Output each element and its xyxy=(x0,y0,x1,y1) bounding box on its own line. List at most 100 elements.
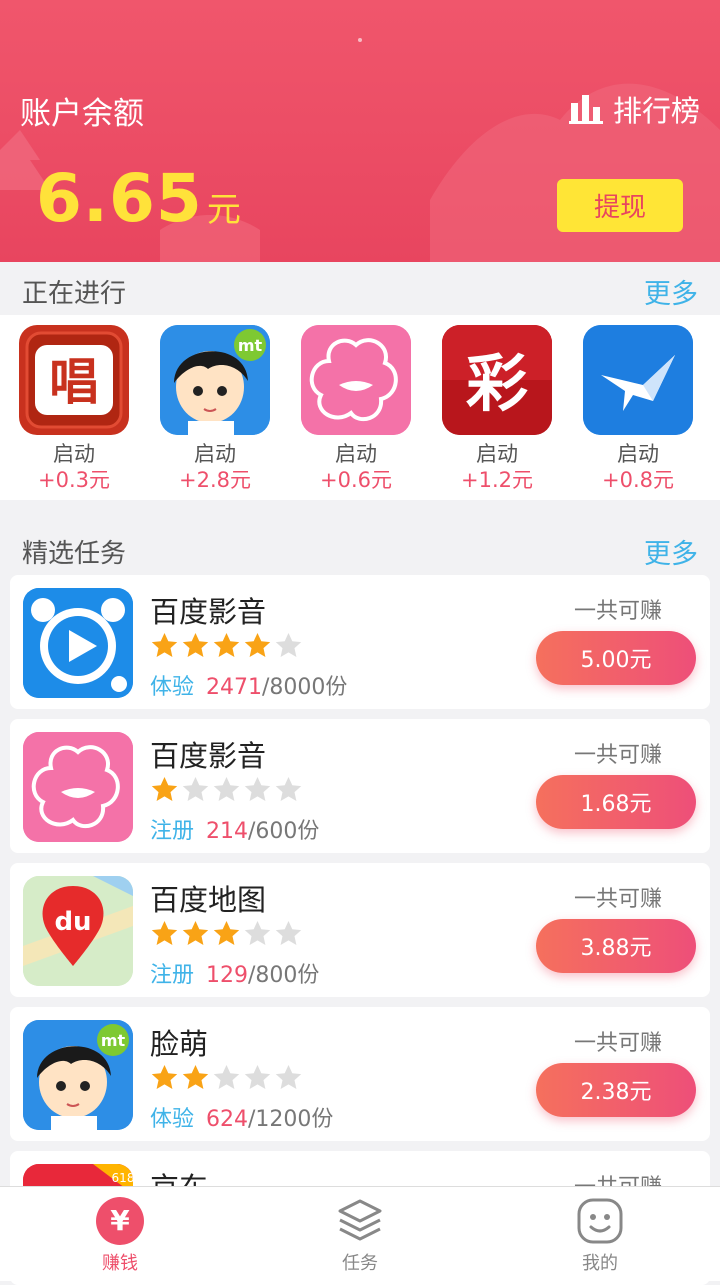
star-icon xyxy=(275,1065,302,1089)
task-rating xyxy=(150,631,303,660)
task-meta: 注册 214/600份 xyxy=(150,813,319,845)
yuan-glyph: ¥ xyxy=(110,1204,130,1237)
cartoon-boy-app-icon: mt xyxy=(160,325,270,435)
ongoing-item[interactable]: 启动 +0.8元 xyxy=(583,325,693,493)
ongoing-reward: +1.2元 xyxy=(461,468,533,492)
star-icon xyxy=(244,921,271,945)
task-card[interactable]: du 百度地图 注册 129/800份 一共可赚 3.88元 xyxy=(10,863,710,997)
balance-amount: 6.65 元 xyxy=(36,160,241,237)
task-done-count: 129 xyxy=(206,963,249,988)
ongoing-section-header: 正在进行 更多 xyxy=(0,266,720,316)
svg-text:彩: 彩 xyxy=(466,347,528,420)
ongoing-reward: +0.3元 xyxy=(38,468,110,492)
task-name: 脸萌 xyxy=(150,1027,209,1061)
smiley-face-icon xyxy=(577,1198,623,1244)
star-icon xyxy=(275,777,302,801)
task-done-count: 214 xyxy=(206,819,249,844)
balance-value: 6.65 xyxy=(36,160,203,237)
ongoing-reward: +0.8元 xyxy=(602,468,674,492)
task-name: 百度地图 xyxy=(150,883,267,917)
nav-tasks[interactable]: 任务 xyxy=(240,1187,480,1281)
account-balance-label: 账户余额 xyxy=(20,96,144,132)
ongoing-more-link[interactable]: 更多 xyxy=(644,272,698,311)
tasks-more-link[interactable]: 更多 xyxy=(644,532,698,571)
task-done-count: 624 xyxy=(206,1107,249,1132)
star-icon xyxy=(182,777,209,801)
star-icon xyxy=(244,777,271,801)
ongoing-item[interactable]: 唱 启动 +0.3元 xyxy=(19,325,129,493)
reward-button[interactable]: 3.88元 xyxy=(536,919,696,973)
ongoing-item[interactable]: mt 启动 +2.8元 xyxy=(160,325,270,493)
ongoing-action: 启动 xyxy=(335,442,377,466)
earn-label: 一共可赚 xyxy=(573,599,662,624)
nav-mine[interactable]: 我的 xyxy=(480,1187,720,1281)
pink-flower-lips-app-icon xyxy=(301,325,411,435)
yuan-coin-icon: ¥ xyxy=(96,1197,144,1245)
tasks-title: 精选任务 xyxy=(22,538,127,569)
task-meta: 注册 129/800份 xyxy=(150,957,319,989)
ongoing-action: 启动 xyxy=(617,442,659,466)
star-icon xyxy=(213,777,240,801)
star-icon xyxy=(244,633,271,657)
star-icon xyxy=(275,633,302,657)
map-pin-app-icon: du xyxy=(23,876,133,986)
layers-icon xyxy=(338,1199,382,1241)
star-icon xyxy=(213,1065,240,1089)
nav-earn[interactable]: ¥ 赚钱 xyxy=(0,1187,240,1281)
star-icon xyxy=(151,777,178,801)
task-done-count: 2471 xyxy=(206,675,263,700)
ongoing-title: 正在进行 xyxy=(22,278,127,309)
lottery-app-icon: 彩 xyxy=(442,325,552,435)
task-card[interactable]: 百度影音 注册 214/600份 一共可赚 1.68元 xyxy=(10,719,710,853)
reward-button[interactable]: 1.68元 xyxy=(536,775,696,829)
star-icon xyxy=(213,921,240,945)
ongoing-item[interactable]: 彩 启动 +1.2元 xyxy=(442,325,552,493)
svg-text:mt: mt xyxy=(101,1031,126,1050)
ongoing-action: 启动 xyxy=(194,442,236,466)
cartoon-boy-app-icon: mt xyxy=(23,1020,133,1130)
bottom-navigation: ¥ 赚钱 任务 我的 xyxy=(0,1186,720,1281)
nav-mine-label: 我的 xyxy=(582,1253,618,1274)
star-icon xyxy=(213,633,240,657)
task-total-count: /800份 xyxy=(248,963,320,988)
star-icon xyxy=(182,1065,209,1089)
task-name: 百度影音 xyxy=(150,739,267,773)
tasks-section-header: 精选任务 更多 xyxy=(0,526,720,576)
balance-header: 账户余额 排行榜 6.65 元 提现 xyxy=(0,0,720,262)
ongoing-action: 启动 xyxy=(476,442,518,466)
ongoing-reward: +0.6元 xyxy=(320,468,392,492)
sing-app-icon: 唱 xyxy=(19,325,129,435)
ongoing-reward: +2.8元 xyxy=(179,468,251,492)
ongoing-action: 启动 xyxy=(53,442,95,466)
nav-tasks-label: 任务 xyxy=(342,1253,378,1274)
nav-earn-label: 赚钱 xyxy=(102,1253,138,1274)
task-meta: 体验 2471/8000份 xyxy=(150,669,347,701)
svg-text:mt: mt xyxy=(238,336,263,355)
task-total-count: /8000份 xyxy=(262,675,348,700)
star-icon xyxy=(151,633,178,657)
task-type: 体验 xyxy=(150,1107,195,1132)
reward-button[interactable]: 5.00元 xyxy=(536,631,696,685)
star-icon xyxy=(151,921,178,945)
task-card[interactable]: mt 脸萌 体验 624/1200份 一共可赚 2.38元 xyxy=(10,1007,710,1141)
task-total-count: /600份 xyxy=(248,819,320,844)
task-rating xyxy=(150,775,303,804)
task-card[interactable]: 百度影音 体验 2471/8000份 一共可赚 5.00元 xyxy=(10,575,710,709)
play-app-icon xyxy=(23,588,133,698)
ranking-link[interactable]: 排行榜 xyxy=(568,88,700,130)
star-icon xyxy=(151,1065,178,1089)
ongoing-item[interactable]: 启动 +0.6元 xyxy=(301,325,411,493)
reward-button[interactable]: 2.38元 xyxy=(536,1063,696,1117)
blue-bird-app-icon xyxy=(583,325,693,435)
withdraw-button[interactable]: 提现 xyxy=(557,179,683,232)
earn-label: 一共可赚 xyxy=(573,1031,662,1056)
star-icon xyxy=(182,633,209,657)
earn-label: 一共可赚 xyxy=(573,887,662,912)
svg-text:618: 618 xyxy=(112,1171,133,1185)
task-total-count: /1200份 xyxy=(248,1107,334,1132)
task-rating xyxy=(150,1063,303,1092)
svg-text:唱: 唱 xyxy=(49,353,99,411)
task-rating xyxy=(150,919,303,948)
star-icon xyxy=(275,921,302,945)
task-type: 注册 xyxy=(150,819,195,844)
